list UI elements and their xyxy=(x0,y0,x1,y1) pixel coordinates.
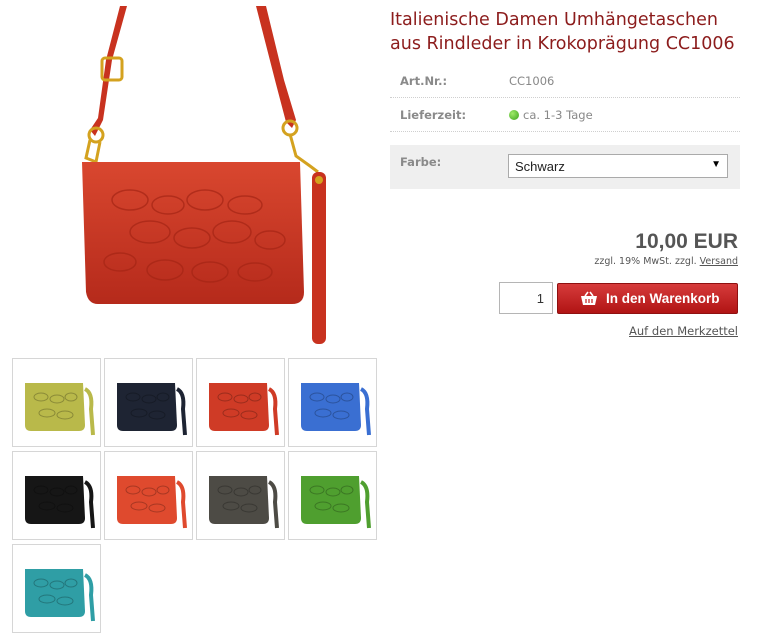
product-thumbnail-red[interactable] xyxy=(196,358,285,447)
article-number-label: Art.Nr.: xyxy=(400,74,448,88)
product-title: Italienische Damen Umhängetaschen aus Ri… xyxy=(390,8,750,56)
add-to-cart-button[interactable]: In den Warenkorb xyxy=(557,283,738,314)
main-product-image[interactable] xyxy=(0,0,390,350)
product-thumbnail-black[interactable] xyxy=(12,451,101,540)
color-select-value: Schwarz xyxy=(515,159,565,174)
add-to-cart-label: In den Warenkorb xyxy=(606,291,720,306)
bag-thumbnail-image xyxy=(117,383,187,436)
quantity-input[interactable] xyxy=(499,282,553,314)
availability-dot-icon xyxy=(509,110,519,120)
product-thumbnail-teal[interactable] xyxy=(12,544,101,633)
delivery-time-value: ca. 1-3 Tage xyxy=(523,108,593,122)
delivery-time-value-wrap: ca. 1-3 Tage xyxy=(509,108,593,122)
color-select[interactable]: Schwarz ▼ xyxy=(508,154,728,178)
product-title-line1: Italienische Damen Umhängetaschen xyxy=(390,10,718,30)
delivery-time-row: Lieferzeit: ca. 1-3 Tage xyxy=(390,98,740,132)
bag-thumbnail-image xyxy=(209,476,279,529)
wishlist-link[interactable]: Auf den Merkzettel xyxy=(629,324,738,338)
tax-text: zzgl. 19% MwSt. zzgl. xyxy=(594,256,697,267)
article-number-row: Art.Nr.: CC1006 xyxy=(390,64,740,98)
delivery-time-label: Lieferzeit: xyxy=(400,108,467,122)
thumbnail-gallery xyxy=(12,358,382,633)
product-title-line2: aus Rindleder in Krokoprägung CC1006 xyxy=(390,34,735,54)
bag-thumbnail-image xyxy=(25,476,95,529)
product-thumbnail-olive[interactable] xyxy=(12,358,101,447)
bag-thumbnail-image xyxy=(117,476,187,529)
bag-thumbnail-image xyxy=(301,383,371,436)
dropdown-arrow-icon: ▼ xyxy=(711,159,721,170)
color-option-box: Farbe: Schwarz ▼ xyxy=(390,145,740,189)
product-thumbnail-navy[interactable] xyxy=(104,358,193,447)
tax-info: zzgl. 19% MwSt. zzgl. Versand xyxy=(594,256,738,267)
bag-thumbnail-image xyxy=(301,476,371,529)
bag-thumbnail-image xyxy=(25,383,95,436)
color-label: Farbe: xyxy=(400,155,442,169)
basket-icon xyxy=(580,291,598,309)
product-thumbnail-green[interactable] xyxy=(288,451,377,540)
product-thumbnail-grey[interactable] xyxy=(196,451,285,540)
product-thumbnail-orange-red[interactable] xyxy=(104,451,193,540)
shipping-link[interactable]: Versand xyxy=(700,256,738,267)
bag-thumbnail-image xyxy=(209,383,279,436)
product-price: 10,00 EUR xyxy=(635,230,738,253)
product-thumbnail-blue[interactable] xyxy=(288,358,377,447)
article-number-value: CC1006 xyxy=(509,74,555,88)
bag-thumbnail-image xyxy=(25,569,95,622)
